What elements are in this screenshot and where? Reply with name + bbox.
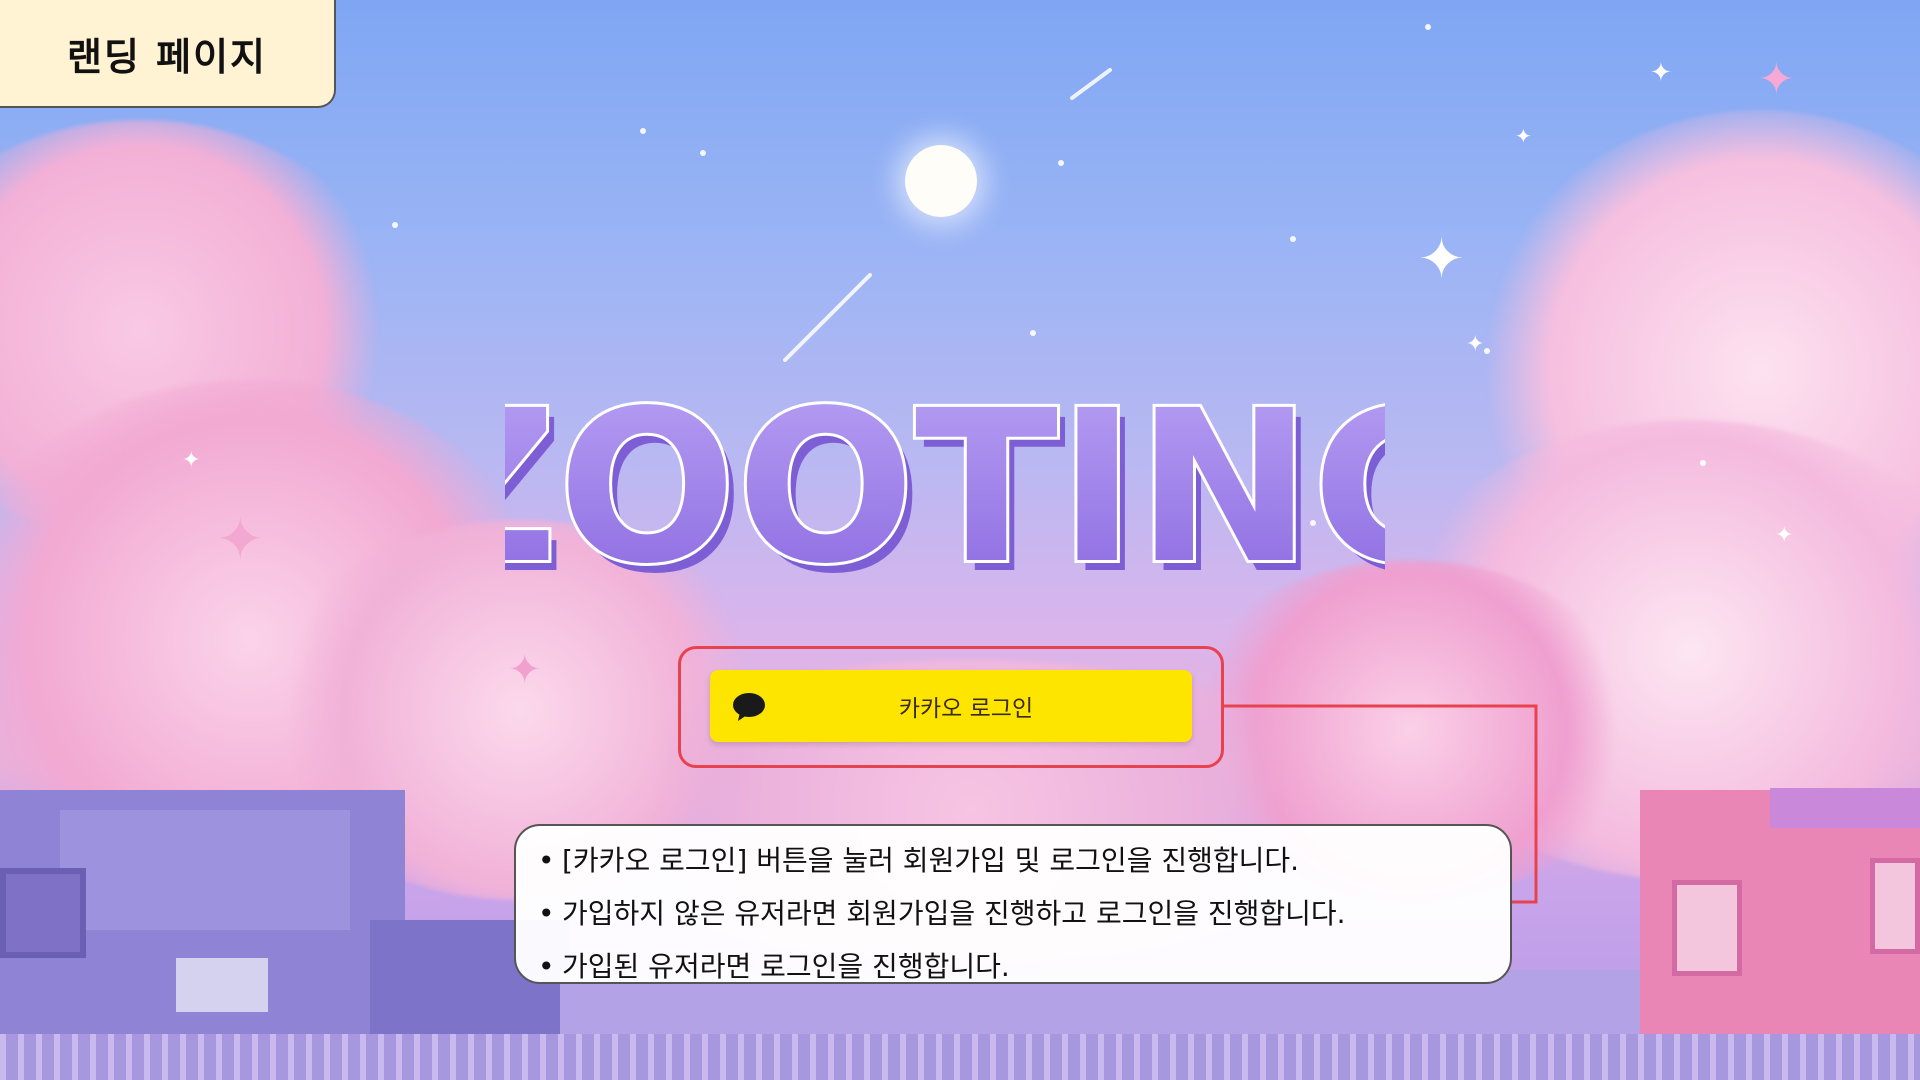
star-dot [392,222,398,228]
sparkle-icon: ✦ [1775,523,1794,548]
building-left-2 [60,810,350,930]
fence [0,1034,1920,1080]
zooting-logo: ZOOTING ZOOTING [505,380,1385,600]
moon [905,145,977,217]
description-note: • [카카오 로그인] 버튼을 눌러 회원가입 및 로그인을 진행합니다. • 가입… [514,824,1512,984]
building-right-window [1672,880,1742,976]
logo-text: ZOOTING [505,380,1385,600]
star-dot [1700,460,1706,466]
star-dot [1290,236,1296,242]
kakao-login-button[interactable]: 카카오 로그인 [710,670,1192,742]
note-text: 가입하지 않은 유저라면 회원가입을 진행하고 로그인을 진행합니다. [562,897,1346,930]
landing-page-canvas: ✦ ✦ ✦ ✦ ✦ ✦ ✦ ✦ ✦ 랜딩 페이지 ZOOTING ZOOTING [0,0,1920,1080]
star-dot [1030,330,1036,336]
building-right-window [1870,858,1920,954]
kakao-login-label: 카카오 로그인 [898,696,1034,722]
sparkle-icon: ✦ [1466,332,1485,357]
star-dot [1484,348,1490,354]
note-item: • 가입하지 않은 유저라면 회원가입을 진행하고 로그인을 진행합니다. [538,887,1488,940]
bullet-icon: • [538,950,555,983]
note-text: [카카오 로그인] 버튼을 눌러 회원가입 및 로그인을 진행합니다. [562,844,1300,877]
sparkle-icon: ✦ [1650,58,1672,88]
note-item: • [카카오 로그인] 버튼을 눌러 회원가입 및 로그인을 진행합니다. [538,834,1488,887]
speech-bubble-icon [733,693,765,721]
bullet-icon: • [538,844,555,877]
star-dot [700,150,706,156]
building-left-sign [176,958,268,1012]
note-item: • 가입된 유저라면 로그인을 진행합니다. [538,940,1488,993]
sparkle-icon: ✦ [1418,227,1465,292]
note-text: 가입된 유저라면 로그인을 진행합니다. [562,950,1010,983]
building-left-window [0,868,86,958]
star-dot [640,128,646,134]
sparkle-icon: ✦ [1758,54,1795,105]
sparkle-icon: ✦ [216,505,265,573]
sparkle-icon: ✦ [508,647,542,693]
building-right-top [1770,788,1920,828]
star-dot [1058,160,1064,166]
sparkle-icon: ✦ [1515,124,1532,148]
bullet-icon: • [538,897,555,930]
sparkle-icon: ✦ [182,448,201,473]
star-dot [1425,24,1431,30]
page-label: 랜딩 페이지 [0,0,336,108]
